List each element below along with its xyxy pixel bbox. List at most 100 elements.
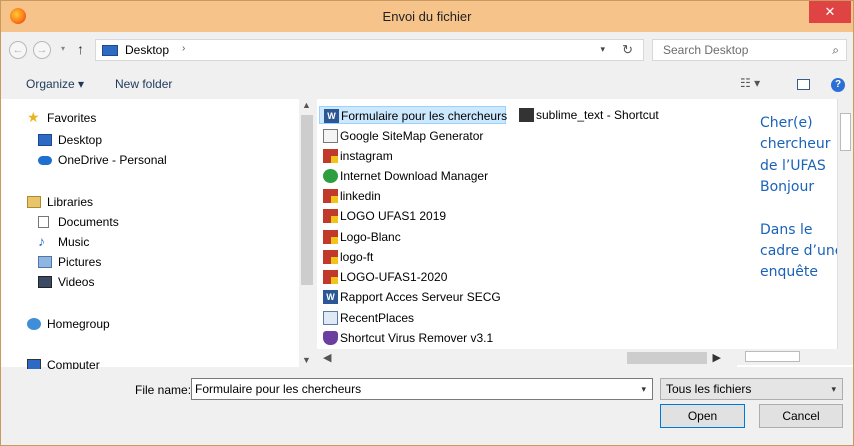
address-bar: ← → ▾ ↑ Desktop › ▾ ↻ Search Desktop ⌕ [1, 35, 853, 65]
recent-places-icon [323, 311, 338, 325]
nav-documents-label: Documents [58, 215, 119, 229]
idm-icon [323, 169, 338, 183]
nav-music-label: Music [58, 235, 90, 249]
homegroup-icon [27, 318, 41, 330]
file-label: LOGO-UFAS1-2020 [340, 270, 448, 284]
sublime-icon [519, 108, 534, 122]
image-icon [323, 270, 338, 284]
file-list-hscrollbar[interactable]: ◀ ▶ [317, 349, 737, 367]
file-label: Internet Download Manager [340, 169, 489, 183]
preview-scroll-thumb[interactable] [840, 113, 851, 151]
desktop-icon [102, 45, 118, 56]
nav-videos-label: Videos [58, 275, 95, 289]
file-item[interactable]: instagram [319, 147, 519, 165]
nav-scroll-thumb[interactable] [301, 115, 313, 285]
file-label: Rapport Acces Serveur SECG [340, 290, 501, 304]
forward-button[interactable]: → [33, 41, 51, 59]
file-item[interactable]: Internet Download Manager [319, 167, 519, 185]
hscroll-thumb[interactable] [627, 352, 707, 364]
open-button[interactable]: Open [660, 404, 745, 428]
file-label: Shortcut Virus Remover v3.1 [340, 331, 494, 345]
preview-spacer [760, 199, 844, 220]
back-button[interactable]: ← [9, 41, 27, 59]
file-item[interactable]: sublime_text - Shortcut [515, 106, 685, 124]
file-label: Formulaire pour les chercheurs [341, 109, 508, 123]
chevron-down-icon[interactable]: ▾ [641, 384, 646, 395]
nav-favorites-label: Favorites [47, 111, 97, 125]
scroll-up-icon[interactable]: ▲ [302, 100, 311, 110]
organize-button[interactable]: Organize ▾ [26, 77, 84, 91]
navigation-pane: ★ Favorites Desktop OneDrive - Personal … [1, 99, 315, 372]
nav-pictures-label: Pictures [58, 255, 102, 269]
file-label: LOGO UFAS1 2019 [340, 209, 447, 223]
desktop-icon [38, 134, 52, 146]
scroll-down-icon[interactable]: ▼ [302, 355, 311, 365]
document-icon [38, 216, 49, 228]
preview-vscrollbar[interactable] [837, 99, 853, 349]
music-icon: ♪ [38, 233, 45, 249]
word-icon: W [324, 109, 339, 123]
file-label: sublime_text - Shortcut [536, 108, 659, 122]
chevron-down-icon[interactable]: ▾ [831, 384, 836, 395]
word-icon: W [323, 290, 338, 304]
preview-greeting: Cher(e) chercheur de l’UFAS Bonjour [760, 115, 831, 196]
help-icon[interactable]: ? [831, 78, 845, 92]
preview-pane: Cher(e) chercheur de l’UFAS Bonjour Dans… [737, 99, 853, 367]
sitemap-icon [323, 129, 338, 143]
dialog-footer: File name: Formulaire pour les chercheur… [1, 369, 853, 445]
preview-content: Cher(e) chercheur de l’UFAS Bonjour Dans… [760, 113, 844, 284]
search-input[interactable]: Search Desktop ⌕ [652, 39, 847, 61]
file-list: W Formulaire pour les chercheurs Google … [317, 99, 737, 349]
file-type-value: Tous les fichiers [666, 382, 752, 396]
file-item[interactable]: Shortcut Virus Remover v3.1 [319, 329, 519, 347]
refresh-icon[interactable]: ↻ [622, 42, 633, 58]
file-type-select[interactable]: Tous les fichiers ▾ [660, 378, 843, 400]
file-item[interactable]: RecentPlaces [319, 309, 519, 327]
chevron-down-icon[interactable]: ▾ [600, 44, 605, 55]
filename-label: File name: [135, 383, 192, 397]
scroll-left-icon[interactable]: ◀ [323, 351, 331, 364]
path-breadcrumb[interactable]: Desktop › ▾ ↻ [95, 39, 644, 61]
image-icon [323, 149, 338, 163]
command-bar: Organize ▾ New folder ☷ ▾ ? [1, 71, 853, 97]
nav-scrollbar[interactable]: ▲ ▼ [299, 99, 315, 367]
file-item[interactable]: linkedin [319, 187, 519, 205]
recent-locations-dropdown[interactable]: ▾ [61, 44, 65, 53]
file-item[interactable]: logo-ft [319, 248, 519, 266]
file-item[interactable]: Google SiteMap Generator [319, 127, 519, 145]
preview-hscroll-thumb[interactable] [745, 351, 800, 362]
file-label: Logo-Blanc [340, 230, 401, 244]
preview-pane-icon[interactable] [797, 79, 810, 90]
new-folder-button[interactable]: New folder [115, 77, 172, 91]
cloud-icon [38, 156, 52, 165]
file-item[interactable]: Logo-Blanc [319, 228, 519, 246]
title-bar: Envoi du fichier ✕ [1, 1, 853, 32]
pictures-icon [38, 256, 52, 268]
filename-value[interactable]: Formulaire pour les chercheurs [195, 382, 361, 396]
file-item[interactable]: W Rapport Acces Serveur SECG [319, 288, 519, 306]
search-icon[interactable]: ⌕ [832, 43, 839, 58]
shield-icon [323, 331, 338, 345]
filename-input[interactable]: Formulaire pour les chercheurs ▾ [191, 378, 653, 400]
window-title: Envoi du fichier [382, 9, 472, 24]
file-item[interactable]: LOGO-UFAS1-2020 [319, 268, 519, 286]
up-button[interactable]: ↑ [77, 41, 84, 57]
image-icon [323, 250, 338, 264]
preview-hscrollbar[interactable] [737, 349, 853, 365]
nav-desktop-label: Desktop [58, 133, 103, 147]
close-button[interactable]: ✕ [809, 1, 851, 23]
preview-body: Dans le cadre d’une enquête [760, 221, 844, 281]
views-icon[interactable]: ☷ ▾ [740, 76, 760, 90]
libraries-icon [27, 196, 41, 208]
cancel-button[interactable]: Cancel [759, 404, 843, 428]
file-label: linkedin [340, 189, 381, 203]
nav-homegroup-label: Homegroup [47, 317, 110, 331]
file-item[interactable]: LOGO UFAS1 2019 [319, 207, 519, 225]
videos-icon [38, 276, 52, 288]
file-label: logo-ft [340, 250, 374, 264]
file-label: RecentPlaces [340, 311, 415, 325]
file-item[interactable]: W Formulaire pour les chercheurs [319, 106, 508, 124]
chevron-right-icon[interactable]: › [182, 43, 185, 54]
breadcrumb-desktop[interactable]: Desktop [125, 43, 169, 57]
scroll-right-icon[interactable]: ▶ [713, 351, 721, 364]
